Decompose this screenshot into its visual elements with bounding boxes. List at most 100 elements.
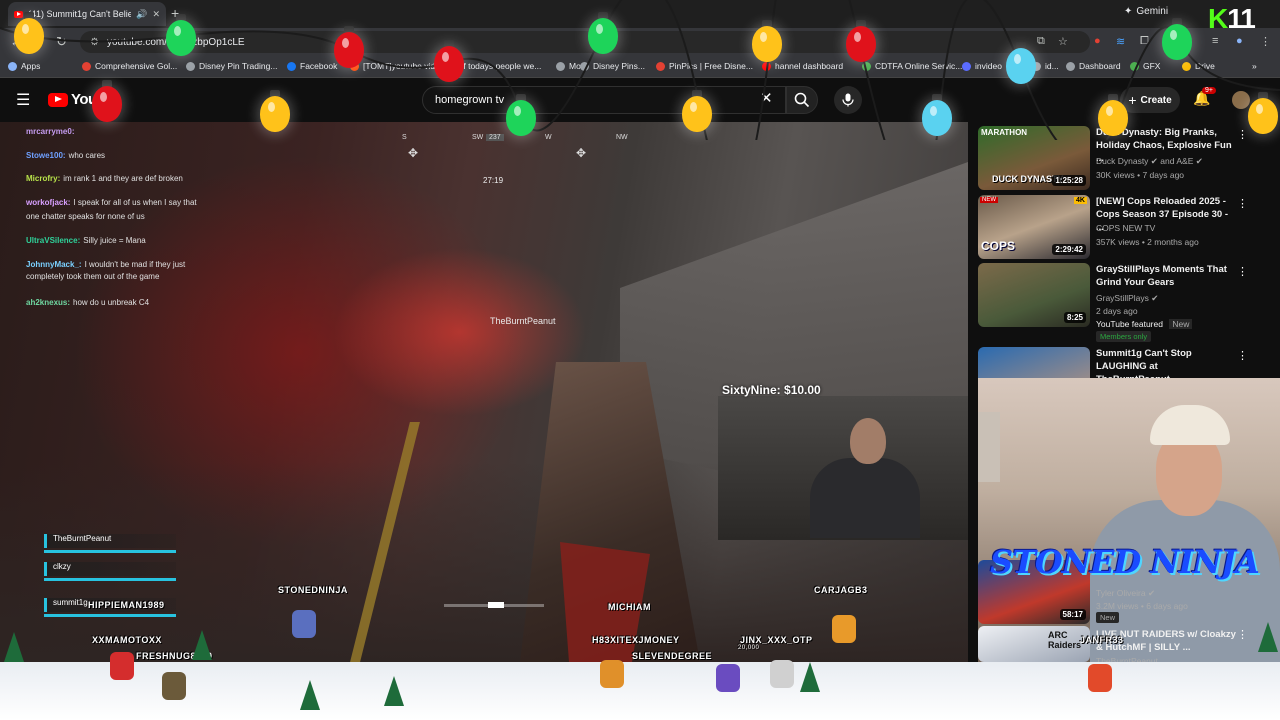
pine-tree-icon [800, 662, 820, 692]
video-meta: 357K views • 2 months ago [1096, 237, 1199, 247]
more-options-icon[interactable]: ⋮ [1237, 628, 1248, 641]
pixel-avatar-sprite [1088, 664, 1112, 692]
pixel-avatar-sprite [600, 660, 624, 688]
chat-avatar-name: JINX_XXX_OTP [740, 635, 813, 645]
pixel-avatar-sprite [110, 652, 134, 680]
channel-name[interactable]: Duck Dynasty ✔ and A&E ✔ [1096, 156, 1203, 167]
related-video-3[interactable]: 8:25 GrayStillPlays Moments That Grind Y… [978, 263, 1268, 343]
thumbnail-text: COPS [981, 239, 1016, 253]
facecam-streamer-head [850, 418, 886, 464]
christmas-light-bulb-icon [260, 96, 290, 132]
chat-message: ah2knexus: how do u unbreak C4 [26, 298, 149, 307]
enemy-name-tag: TheBurntPeanut [490, 316, 556, 326]
chat-text: who cares [68, 151, 106, 160]
pixel-avatar-sprite [716, 664, 740, 692]
chat-text: one chatter speaks for none of us [26, 212, 145, 221]
related-video-2[interactable]: NEW 4K COPS 2:29:42 [NEW] Cops Reloaded … [978, 195, 1268, 263]
duration-badge: 2:29:42 [1052, 244, 1086, 255]
christmas-light-bulb-icon [1098, 100, 1128, 136]
pine-tree-icon [192, 630, 212, 660]
chat-text: how do u unbreak C4 [73, 298, 150, 307]
members-only-badge: Members only [1096, 331, 1152, 342]
chat-username: Microfry: [26, 174, 61, 183]
chat-avatar-name: HIPPIEMAN1989 [88, 600, 165, 610]
chat-username: JohnnyMack_: [26, 260, 82, 269]
more-options-icon[interactable]: ⋮ [1237, 349, 1248, 362]
ammo-bar-fill [488, 602, 504, 608]
video-thumbnail[interactable]: 8:25 [978, 263, 1090, 327]
video-thumbnail[interactable]: NEW 4K COPS 2:29:42 [978, 195, 1090, 259]
chat-avatar-name: CARJAGB3 [814, 585, 868, 595]
player-health-bar-2 [44, 578, 176, 581]
more-options-icon[interactable]: ⋮ [1237, 265, 1248, 278]
christmas-light-bulb-icon [752, 26, 782, 62]
webcam-left-strip [978, 412, 1000, 482]
chat-username: ah2knexus: [26, 298, 71, 307]
pine-tree-icon [1258, 622, 1278, 652]
chat-text: im rank 1 and they are def broken [63, 174, 183, 183]
chat-message: Stowe100: who cares [26, 151, 105, 160]
facecam-streamer-body [810, 458, 920, 538]
video-thumbnail[interactable]: ARC Raiders [978, 626, 1090, 662]
chat-username: UltraVSilence: [26, 236, 81, 245]
stoned-ninja-overlay-text: STONED NINJA [990, 543, 1260, 581]
christmas-light-bulb-icon [922, 100, 952, 136]
channel-name[interactable]: GrayStillPlays ✔ [1096, 293, 1158, 304]
christmas-light-bulb-icon [682, 96, 712, 132]
more-options-icon[interactable]: ⋮ [1237, 197, 1248, 210]
chat-message: Microfry: im rank 1 and they are def brok… [26, 174, 183, 183]
chat-username: Stowe100: [26, 151, 66, 160]
duration-badge: 1:25:28 [1052, 175, 1086, 186]
duration-badge: 8:25 [1063, 312, 1086, 323]
player-health-bar-1 [44, 550, 176, 553]
new-badge: New [1096, 612, 1120, 623]
christmas-light-bulb-icon [1006, 48, 1036, 84]
chat-avatar-small-label: 20,000 [738, 645, 760, 651]
pine-tree-icon [384, 676, 404, 706]
pixel-avatar-sprite [770, 660, 794, 688]
video-player[interactable]: S ✥ SW 237 W ✥ NW 27:19 TheBurntPeanut m… [0, 122, 968, 662]
pixel-avatar-sprite [292, 610, 316, 638]
christmas-light-bulb-icon [506, 100, 536, 136]
christmas-light-bulb-icon [846, 26, 876, 62]
christmas-light-bulb-icon [166, 20, 196, 56]
4k-badge: 4K [1074, 197, 1087, 204]
player-entry-1: TheBurntPeanut [44, 534, 176, 548]
chat-message: completely took them out of the game [26, 272, 159, 281]
pine-tree-icon [4, 632, 24, 662]
player-health-bar-3 [44, 614, 176, 617]
christmas-light-bulb-icon [588, 18, 618, 54]
chat-message: JohnnyMack_: I wouldn't be mad if they ju… [26, 260, 185, 269]
chat-username: workofjack: [26, 198, 71, 207]
pine-tree-icon [300, 680, 320, 710]
christmas-light-bulb-icon [434, 46, 464, 82]
chat-avatar-name: MICHIAM [608, 602, 651, 612]
christmas-light-bulb-icon [334, 32, 364, 68]
chat-text: I speak for all of us when I say that [73, 198, 197, 207]
christmas-light-bulb-icon [1162, 24, 1192, 60]
chat-avatar-name: XXMAMOTOXX [92, 635, 162, 645]
christmas-light-bulb-icon [92, 86, 122, 122]
video-title[interactable]: GrayStillPlays Moments That Grind Your G… [1096, 263, 1236, 289]
chat-text: Silly juice = Mana [83, 236, 146, 245]
video-meta: 2 days ago [1096, 306, 1138, 316]
match-timer: 27:19 [483, 176, 504, 185]
video-meta: 30K views • 7 days ago [1096, 170, 1185, 180]
channel-name[interactable]: Tyler Oliveira ✔ [1096, 588, 1155, 599]
teammate-marker-icon: ✥ [408, 146, 419, 160]
featured-label: YouTube featured New [1096, 319, 1193, 329]
player-entry-2: clkzy [44, 562, 176, 576]
donation-alert: SixtyNine: $10.00 [722, 383, 821, 397]
chat-message: one chatter speaks for none of us [26, 212, 145, 221]
christmas-light-bulb-icon [14, 18, 44, 54]
chat-avatar-name: H83XITEXJMONEY [592, 635, 680, 645]
light-string-wire [0, 0, 1280, 140]
chat-avatar-name: SLEVENDEGREE [632, 651, 713, 661]
chat-avatar-name: JANFR33 [1080, 635, 1124, 645]
chat-text: I wouldn't be mad if they just [84, 260, 186, 269]
related-video-4[interactable]: Summit1g Can't Stop LAUGHING at TheBurnt… [978, 347, 1268, 411]
teammate-marker-icon-2: ✥ [576, 146, 587, 160]
chat-message: UltraVSilence: Silly juice = Mana [26, 236, 146, 245]
chat-text: completely took them out of the game [26, 272, 160, 281]
channel-name[interactable]: COPS NEW TV [1096, 223, 1155, 233]
